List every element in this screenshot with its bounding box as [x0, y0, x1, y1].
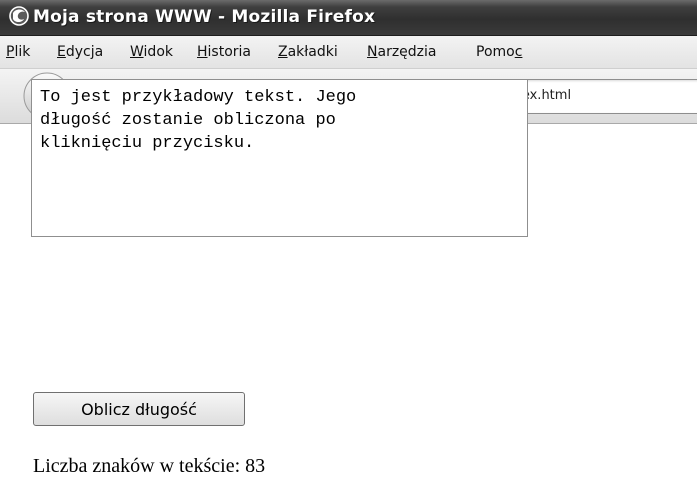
menu-bookmarks-label: akładki [287, 44, 338, 60]
menu-tools-accesskey: N [367, 44, 378, 60]
menu-edit[interactable]: Edycja [57, 44, 103, 60]
menu-view-accesskey: W [130, 44, 144, 60]
character-count-result: Liczba znaków w tekście: 83 [33, 455, 266, 477]
menu-history[interactable]: Historia [197, 44, 251, 60]
menu-history-accesskey: H [197, 44, 208, 60]
menu-bookmarks-accesskey: Z [278, 44, 288, 60]
menu-edit-accesskey: E [57, 44, 66, 60]
text-input-area[interactable]: To jest przykładowy tekst. Jego długość … [31, 79, 528, 237]
menu-bookmarks[interactable]: Zakładki [278, 44, 338, 60]
menu-bar: Plik Edycja Widok Historia Zakładki Narz… [0, 36, 697, 69]
menu-view[interactable]: Widok [130, 44, 173, 60]
menu-file-label: lik [14, 44, 31, 60]
window-title: Moja strona WWW - Mozilla Firefox [33, 7, 376, 27]
menu-view-label: idok [143, 44, 173, 60]
menu-file[interactable]: Plik [6, 44, 30, 60]
calculate-length-button[interactable]: Oblicz długość [33, 392, 245, 426]
menu-history-label: istoria [207, 44, 251, 60]
menu-tools-label: arzędzia [377, 44, 437, 60]
firefox-icon [9, 6, 29, 26]
menu-tools[interactable]: Narzędzia [367, 44, 437, 60]
menu-help-label: Pomo [476, 44, 515, 60]
menu-help-accesskey: c [514, 44, 523, 60]
title-bar: Moja strona WWW - Mozilla Firefox [0, 0, 697, 36]
browser-window: Moja strona WWW - Mozilla Firefox Plik E… [0, 0, 697, 503]
menu-help[interactable]: Pomoc [476, 44, 522, 60]
menu-edit-label: dycja [65, 44, 104, 60]
